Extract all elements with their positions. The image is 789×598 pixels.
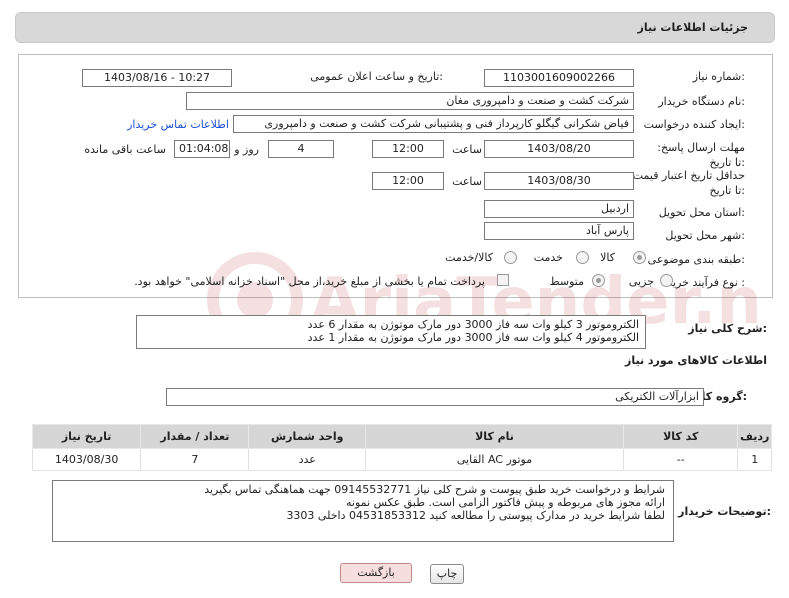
general-desc-label: شرح کلی نیاز:: [688, 322, 767, 335]
cell-qty: 7: [140, 448, 250, 471]
goods-section-title: اطلاعات کالاهای مورد نیاز: [625, 354, 767, 367]
deadline-label: مهلت ارسال پاسخ: تا تاریخ:: [657, 141, 745, 169]
cell-date: 1403/08/30: [31, 448, 142, 471]
category-option-service: خدمت: [533, 251, 563, 264]
purchase-radio-minor[interactable]: [660, 274, 673, 287]
deadline-time-label: ساعت: [452, 143, 482, 156]
col-header-date: تاریخ نیاز: [31, 424, 142, 449]
treasury-payment-checkbox[interactable]: [497, 274, 509, 286]
buyer-org-label: نام دستگاه خریدار:: [658, 95, 745, 108]
payment-note: پرداخت تمام یا بخشی از مبلغ خرید،از محل …: [134, 275, 485, 288]
header-bar: جزئیات اطلاعات نیاز: [15, 12, 775, 43]
purchase-radio-medium[interactable]: [592, 274, 605, 287]
category-radio-service[interactable]: [576, 251, 589, 264]
purchase-option-medium: متوسط: [549, 275, 584, 288]
need-number-field[interactable]: 1103001609002266: [484, 69, 634, 87]
days-and-label: روز و: [234, 143, 259, 156]
deadline-time-field[interactable]: 12:00: [372, 140, 444, 158]
col-header-unit: واحد شمارش: [248, 424, 366, 449]
requester-label: ایجاد کننده درخواست:: [643, 118, 745, 131]
category-option-goods: کالا: [600, 251, 615, 264]
general-desc-box[interactable]: الکتروموتور 3 کیلو وات سه فاز 3000 دور م…: [136, 315, 646, 349]
requester-field[interactable]: فیاض شکرانی گیگلو کارپرداز فنی و پشتیبان…: [233, 115, 634, 133]
validity-time-label: ساعت: [452, 175, 482, 188]
remaining-time-field[interactable]: 01:04:08: [174, 140, 230, 158]
category-option-both: کالا/خدمت: [445, 251, 493, 264]
remaining-label: ساعت باقی مانده: [84, 143, 166, 156]
items-table: ردیف کد کالا نام کالا واحد شمارش تعداد /…: [31, 424, 772, 471]
announce-field[interactable]: 1403/08/16 - 10:27: [82, 69, 232, 87]
category-radio-goods[interactable]: [633, 251, 646, 264]
validity-date-field[interactable]: 1403/08/30: [484, 172, 634, 190]
contact-info-link[interactable]: اطلاعات تماس خریدار: [127, 118, 229, 131]
goods-group-field[interactable]: ابزارآلات الکتریکی: [166, 388, 704, 406]
col-header-name: نام کالا: [364, 424, 625, 449]
category-label: طبقه بندی موضوعی:: [647, 253, 745, 266]
buyer-notes-box[interactable]: شرایط و درخواست خرید طبق پیوست و شرح کلی…: [52, 480, 674, 542]
need-number-label: شماره نیاز:: [692, 70, 745, 83]
buyer-org-field[interactable]: شرکت کشت و صنعت و دامپروری مغان: [186, 92, 634, 110]
buyer-notes-line-1: شرایط و درخواست خرید طبق پیوست و شرح کلی…: [204, 483, 665, 496]
page-title: جزئیات اطلاعات نیاز: [637, 21, 749, 34]
purchase-type-label: نوع فرآیند خرید :: [667, 276, 745, 289]
deadline-date-field[interactable]: 1403/08/20: [484, 140, 634, 158]
buyer-notes-line-3: لطفا شرایط خرید در مدارک پیوستی را مطالع…: [286, 509, 665, 522]
back-button[interactable]: بازگشت: [340, 563, 412, 583]
col-header-code: کد کالا: [623, 424, 739, 449]
cell-name: موتور AC القایی: [364, 448, 625, 471]
purchase-option-minor: جزیی: [628, 275, 654, 288]
cell-code: --: [623, 448, 739, 471]
province-label: استان محل تحویل:: [658, 206, 745, 219]
col-header-row-num: ردیف: [737, 424, 772, 449]
remaining-days-field[interactable]: 4: [268, 140, 334, 158]
announce-label: تاریخ و ساعت اعلان عمومی:: [310, 70, 443, 83]
city-field[interactable]: پارس آباد: [484, 222, 634, 240]
buyer-notes-label: توضیحات خریدار:: [678, 505, 771, 518]
col-header-qty: تعداد / مقدار: [140, 424, 250, 449]
cell-unit: عدد: [248, 448, 366, 471]
cell-row-num: 1: [737, 448, 772, 471]
province-field[interactable]: اردبیل: [484, 200, 634, 218]
print-button[interactable]: چاپ: [430, 564, 464, 584]
category-radio-both[interactable]: [504, 251, 517, 264]
general-desc-line-2: الکتروموتور 4 کیلو وات سه فاز 3000 دور م…: [307, 331, 639, 344]
city-label: شهر محل تحویل:: [665, 229, 745, 242]
general-desc-line-1: الکتروموتور 3 کیلو وات سه فاز 3000 دور م…: [307, 318, 639, 331]
validity-time-field[interactable]: 12:00: [372, 172, 444, 190]
table-row[interactable]: 1 -- موتور AC القایی عدد 7 1403/08/30: [31, 448, 772, 471]
buyer-notes-line-2: ارائه مجوز های مربوطه و پیش فاکتور الزام…: [346, 496, 665, 509]
validity-label: حداقل تاریخ اعتبار قیمت: تا تاریخ:: [629, 169, 745, 197]
table-header-row: ردیف کد کالا نام کالا واحد شمارش تعداد /…: [31, 424, 772, 449]
